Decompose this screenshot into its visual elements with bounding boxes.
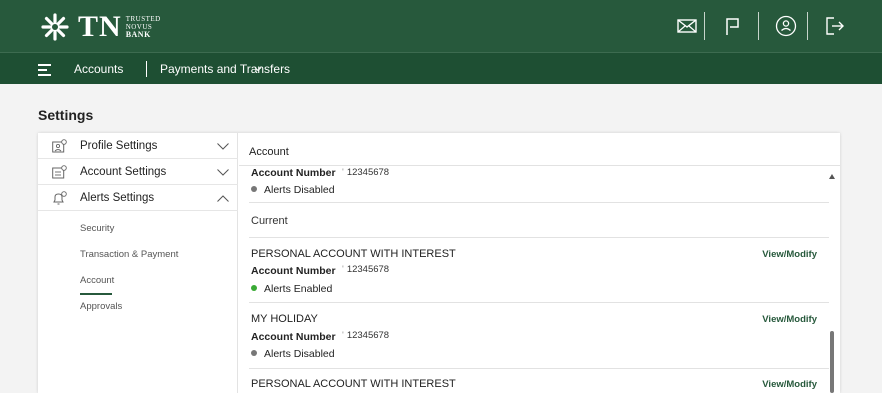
sidebar-item-account-settings[interactable]: Account Settings bbox=[38, 159, 238, 185]
alerts-account-content: Account Account Number 12345678 Alerts D… bbox=[239, 133, 840, 393]
nav-payments-transfers[interactable]: Payments and Transfers bbox=[160, 62, 290, 76]
alerts-settings-icon bbox=[53, 191, 67, 205]
account-name: MY HOLIDAY bbox=[251, 313, 318, 325]
view-modify-link[interactable]: View/Modify bbox=[762, 379, 817, 390]
logo-subtext: TRUSTED NOVUS BANK bbox=[126, 15, 161, 39]
sidebar-subitem-account[interactable]: Account bbox=[80, 275, 114, 286]
status-dot bbox=[251, 285, 257, 291]
user-icon[interactable] bbox=[775, 15, 797, 37]
view-modify-link[interactable]: View/Modify bbox=[762, 314, 817, 325]
account-row: Account Number 12345678 Alerts Disabled bbox=[249, 167, 829, 203]
status-dot bbox=[251, 186, 257, 192]
account-row: MY HOLIDAY View/Modify Account Number 12… bbox=[249, 303, 829, 369]
chevron-up-icon bbox=[217, 195, 229, 202]
account-name: PERSONAL ACCOUNT WITH INTEREST bbox=[251, 378, 456, 390]
sidebar-item-label: Profile Settings bbox=[80, 140, 158, 152]
scrollbar-thumb[interactable] bbox=[830, 331, 834, 393]
content-heading: Account bbox=[239, 133, 840, 166]
settings-panel: Profile Settings Account Settings Alerts… bbox=[38, 133, 840, 393]
sidebar-item-label: Account Settings bbox=[80, 166, 167, 178]
profile-settings-icon bbox=[52, 139, 67, 153]
alert-status-text: Alerts Disabled bbox=[264, 184, 335, 196]
nav-divider bbox=[146, 61, 147, 77]
scrollbar[interactable] bbox=[828, 169, 836, 393]
account-group: Current bbox=[249, 203, 829, 238]
alert-status: Alerts Disabled bbox=[251, 184, 335, 196]
account-number: 12345678 bbox=[342, 264, 389, 275]
top-header: TN TRUSTED NOVUS BANK bbox=[0, 0, 882, 52]
header-divider bbox=[807, 12, 808, 40]
snowflake-logo-mark bbox=[41, 13, 69, 41]
logo-text: TN bbox=[78, 10, 122, 43]
account-row: PERSONAL ACCOUNT WITH INTEREST View/Modi… bbox=[249, 369, 829, 393]
main-nav: Accounts Payments and Transfers bbox=[0, 52, 882, 84]
account-number: 12345678 bbox=[342, 167, 389, 178]
logo-line-3: BANK bbox=[125, 30, 151, 39]
header-divider bbox=[758, 12, 759, 40]
alert-status: Alerts Enabled bbox=[251, 283, 332, 295]
mail-icon[interactable] bbox=[676, 15, 698, 37]
alert-status: Alerts Disabled bbox=[251, 348, 335, 360]
account-settings-icon bbox=[52, 165, 67, 179]
account-number-label: Account Number bbox=[251, 167, 336, 179]
page-title: Settings bbox=[38, 107, 94, 123]
account-name: PERSONAL ACCOUNT WITH INTEREST bbox=[251, 248, 456, 260]
account-number: 12345678 bbox=[342, 330, 389, 341]
sidebar-item-alerts-settings[interactable]: Alerts Settings bbox=[38, 185, 238, 211]
account-row: PERSONAL ACCOUNT WITH INTEREST View/Modi… bbox=[249, 238, 829, 303]
sidebar-subitem-security[interactable]: Security bbox=[80, 223, 114, 234]
header-divider bbox=[704, 12, 705, 40]
logout-icon[interactable] bbox=[824, 15, 846, 37]
active-subitem-indicator bbox=[80, 293, 112, 295]
sidebar-subitem-transaction-payment[interactable]: Transaction & Payment bbox=[80, 249, 178, 260]
chevron-down-icon bbox=[217, 169, 229, 176]
status-dot bbox=[251, 350, 257, 356]
view-modify-link[interactable]: View/Modify bbox=[762, 249, 817, 260]
logo-line-1: TRUSTED bbox=[125, 15, 161, 23]
alert-status-text: Alerts Disabled bbox=[264, 348, 335, 360]
account-number-label: Account Number bbox=[251, 331, 336, 343]
sidebar-item-profile-settings[interactable]: Profile Settings bbox=[38, 133, 238, 159]
chevron-down-icon[interactable] bbox=[254, 65, 262, 73]
alert-status-text: Alerts Enabled bbox=[264, 283, 333, 295]
nav-accounts[interactable]: Accounts bbox=[74, 62, 123, 76]
scroll-up-arrow-icon[interactable] bbox=[829, 174, 835, 179]
sidebar-subitem-approvals[interactable]: Approvals bbox=[80, 301, 122, 312]
flag-icon[interactable] bbox=[722, 15, 744, 37]
account-number-label: Account Number bbox=[251, 265, 336, 277]
chevron-down-icon bbox=[217, 143, 229, 150]
account-group-label: Current bbox=[251, 215, 288, 227]
sidebar-item-label: Alerts Settings bbox=[80, 192, 155, 204]
settings-sidebar: Profile Settings Account Settings Alerts… bbox=[38, 133, 238, 393]
bank-logo[interactable]: TN TRUSTED NOVUS BANK bbox=[40, 12, 161, 42]
menu-icon[interactable] bbox=[38, 64, 51, 76]
content-heading-label: Account bbox=[249, 146, 289, 158]
